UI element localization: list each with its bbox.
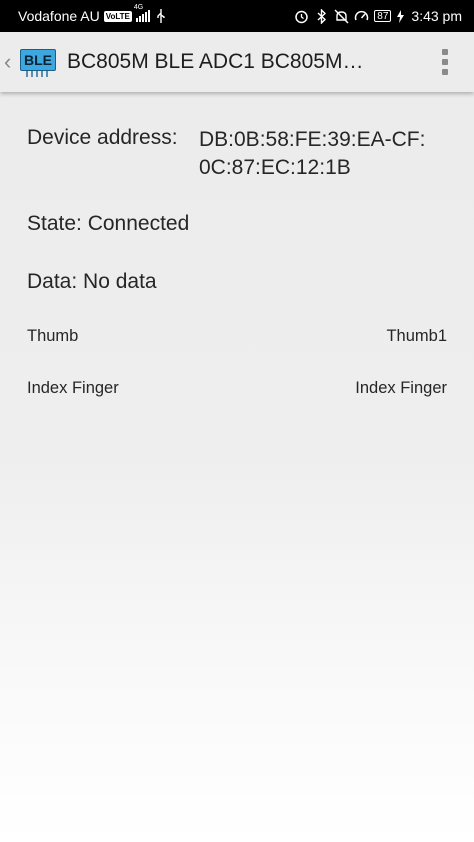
- battery-icon: 87: [374, 10, 392, 22]
- speedometer-icon: [354, 9, 369, 24]
- index-finger-row: Index Finger Index Finger: [27, 379, 447, 398]
- network-type-label: 4G: [133, 4, 144, 11]
- index-finger-label: Index Finger: [27, 379, 119, 397]
- connection-state: State: Connected: [27, 212, 190, 235]
- thumb-value: Thumb1: [386, 327, 447, 345]
- signal-icon: 4G: [134, 4, 150, 22]
- thumb-label: Thumb: [27, 327, 79, 345]
- index-finger-value: Index Finger: [355, 379, 447, 397]
- usb-icon: [154, 9, 169, 24]
- ble-app-logo[interactable]: BLE: [20, 47, 56, 77]
- device-address-line-2: 0C:87:EC:12:1B: [199, 156, 351, 179]
- back-chevron-icon[interactable]: ‹: [4, 49, 18, 75]
- app-bar: ‹ BLE BC805M BLE ADC1 BC805M…: [0, 32, 474, 92]
- volte-badge: VoLTE: [103, 10, 132, 22]
- bluetooth-icon: [314, 8, 329, 24]
- overflow-menu-icon[interactable]: [442, 49, 448, 75]
- device-details: Device address: DB:0B:58:FE:39:EA-CF: 0C…: [0, 92, 474, 842]
- status-bar: Vodafone AU VoLTE 4G 87 3:43 pm: [0, 0, 474, 32]
- charging-icon: [396, 9, 404, 24]
- device-address-value: DB:0B:58:FE:39:EA-CF: 0C:87:EC:12:1B: [199, 126, 425, 182]
- device-address-label: Device address:: [27, 126, 178, 149]
- battery-level: 87: [377, 10, 389, 22]
- device-address-line-1: DB:0B:58:FE:39:EA-CF:: [199, 128, 426, 151]
- page-title: BC805M BLE ADC1 BC805M…: [67, 50, 364, 73]
- alarm-icon: [294, 9, 309, 24]
- clock: 3:43 pm: [411, 8, 462, 24]
- thumb-row: Thumb Thumb1: [27, 327, 447, 346]
- data-value: Data: No data: [27, 270, 157, 293]
- carrier-label: Vodafone AU: [18, 8, 100, 24]
- logo-text: BLE: [20, 49, 56, 71]
- mute-icon: [334, 9, 349, 24]
